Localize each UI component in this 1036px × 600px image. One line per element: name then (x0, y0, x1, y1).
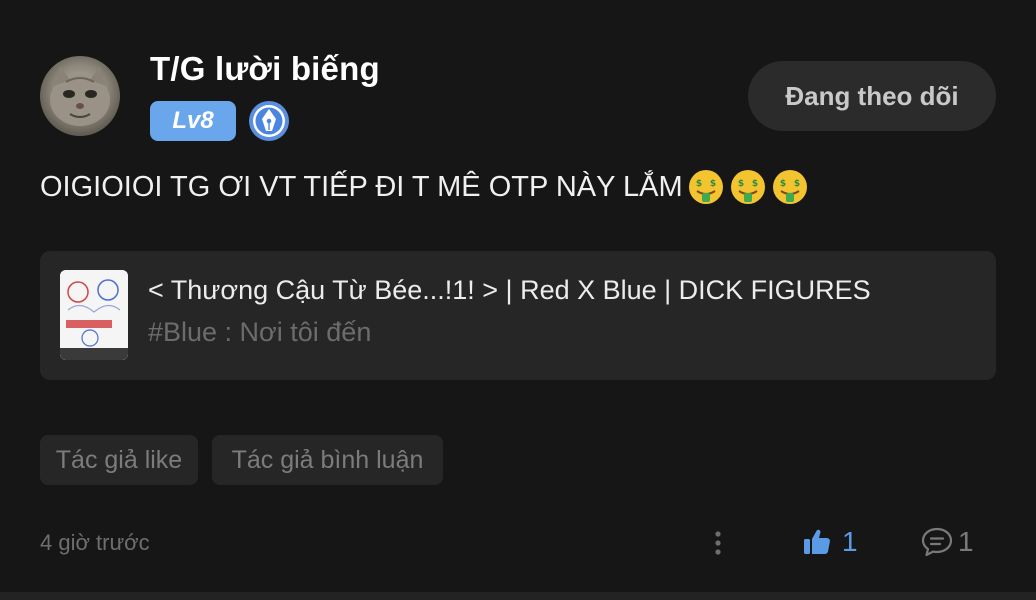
svg-text:$: $ (752, 179, 758, 189)
more-vertical-icon[interactable] (710, 528, 726, 558)
tag-author-commented: Tác giả bình luận (212, 435, 443, 485)
level-badge: Lv8 (150, 101, 236, 141)
like-button[interactable]: 1 (802, 522, 858, 562)
money-mouth-emoji-icon: $ $ (730, 170, 765, 204)
story-chapter: #Blue : Nơi tôi đến (148, 317, 372, 347)
svg-text:$: $ (710, 179, 716, 189)
money-mouth-emoji-icon: $ $ (688, 170, 723, 204)
comment-count: 1 (958, 526, 974, 557)
comment-button[interactable]: 1 (920, 522, 974, 562)
money-mouth-emoji-icon: $ $ (772, 170, 807, 204)
story-card[interactable]: < Thương Cậu Từ Bée...!1! > | Red X Blue… (40, 251, 996, 380)
thumbs-up-icon (804, 529, 830, 554)
comment-body: OIGIOIOI TG ƠI VT TIẾP ĐI T MÊ OTP NÀY L… (40, 168, 809, 206)
post-time: 4 giờ trước (40, 530, 150, 555)
following-button[interactable]: Đang theo dõi (748, 61, 996, 131)
cat-avatar-image (50, 66, 110, 126)
svg-text:$: $ (780, 179, 786, 189)
comment-bubble-icon (921, 527, 953, 557)
svg-text:$: $ (794, 179, 800, 189)
tag-author-liked: Tác giả like (40, 435, 198, 485)
story-title: < Thương Cậu Từ Bée...!1! > | Red X Blue… (148, 275, 871, 305)
like-count: 1 (842, 526, 858, 557)
svg-text:$: $ (696, 179, 702, 189)
username[interactable]: T/G lười biếng (150, 50, 380, 88)
bottom-divider (0, 592, 1036, 600)
comment-text: OIGIOIOI TG ƠI VT TIẾP ĐI T MÊ OTP NÀY L… (40, 170, 683, 203)
svg-text:$: $ (738, 179, 744, 189)
pen-nib-badge-icon (248, 100, 290, 142)
story-cover-thumbnail (60, 270, 128, 360)
user-avatar[interactable] (40, 56, 120, 136)
